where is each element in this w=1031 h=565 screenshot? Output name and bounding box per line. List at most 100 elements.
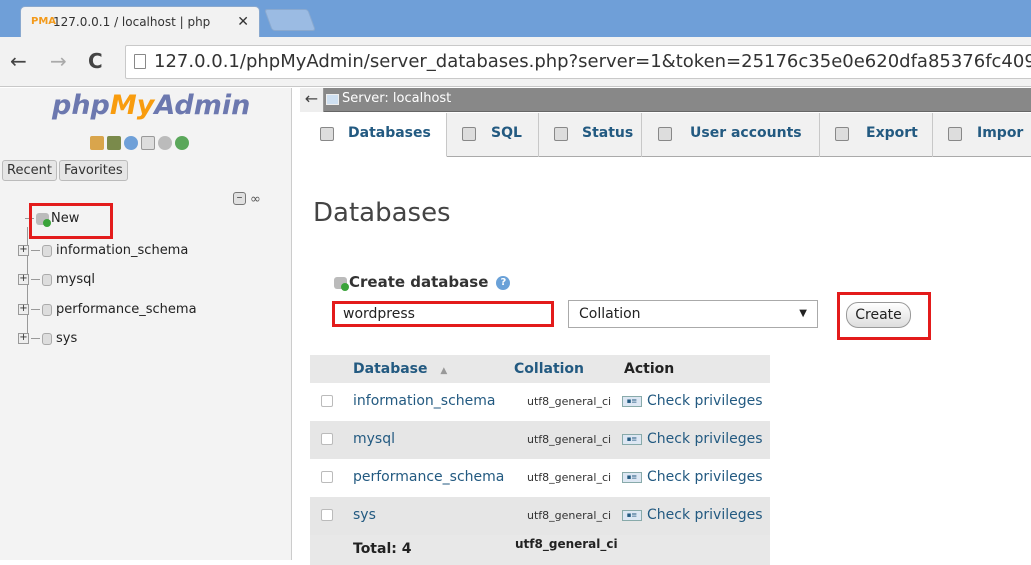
expand-icon[interactable]: + xyxy=(18,274,29,285)
row-collation: utf8_general_ci xyxy=(527,509,612,522)
server-breadcrumb-bar: ← Server: localhost xyxy=(300,88,1031,112)
sql-icon xyxy=(462,127,476,141)
total-row: Total: 4 utf8_general_ci xyxy=(310,535,770,565)
row-checkbox[interactable] xyxy=(321,433,333,445)
browser-tabstrip: PMA 127.0.0.1 / localhost | php ✕ xyxy=(0,0,1031,37)
database-link[interactable]: information_schema xyxy=(353,393,496,409)
reload-nav-icon[interactable] xyxy=(175,136,189,150)
reload-icon[interactable]: C xyxy=(88,49,103,73)
tree-item-information-schema[interactable]: + information_schema xyxy=(18,243,188,263)
tab-title: 127.0.0.1 / localhost | php xyxy=(53,15,211,29)
tab-sql[interactable]: SQL xyxy=(447,113,539,157)
link-with-main-icon[interactable]: ∞ xyxy=(250,192,261,207)
sort-asc-icon: ▲ xyxy=(440,366,448,376)
databases-icon xyxy=(320,127,334,141)
collapse-nav-arrow-icon[interactable]: ← xyxy=(300,88,324,112)
tab-label: User accounts xyxy=(690,125,802,141)
nav-quick-icons xyxy=(90,136,192,152)
check-privileges-link[interactable]: Check privileges xyxy=(647,469,763,485)
tab-label: Status xyxy=(582,125,634,141)
favorites-tab[interactable]: Favorites xyxy=(58,160,128,181)
header-database[interactable]: Database ▲ xyxy=(310,355,510,383)
server-breadcrumb[interactable]: Server: localhost xyxy=(342,91,451,106)
check-privileges-link[interactable]: Check privileges xyxy=(647,507,763,523)
logo-admin: Admin xyxy=(154,90,251,121)
check-privileges-link[interactable]: Check privileges xyxy=(647,431,763,447)
database-link[interactable]: sys xyxy=(353,507,376,523)
docs-icon[interactable] xyxy=(141,136,155,150)
check-privileges-link[interactable]: Check privileges xyxy=(647,393,763,409)
database-link[interactable]: performance_schema xyxy=(353,469,504,485)
total-collation: utf8_general_ci xyxy=(515,537,618,551)
user-accounts-icon xyxy=(658,127,672,141)
header-action: Action xyxy=(620,355,770,383)
browser-toolbar: ← → C 127.0.0.1/phpMyAdmin/server_databa… xyxy=(0,37,1031,87)
create-button[interactable]: Create xyxy=(846,302,911,328)
row-checkbox[interactable] xyxy=(321,509,333,521)
database-link[interactable]: mysql xyxy=(353,431,395,447)
export-icon xyxy=(835,127,849,141)
tree-branch xyxy=(31,279,40,280)
settings-gear-icon[interactable] xyxy=(158,136,172,150)
tab-label: Databases xyxy=(348,125,431,141)
tab-label: SQL xyxy=(491,125,522,141)
tree-item-label: mysql xyxy=(56,272,95,287)
tab-status[interactable]: Status xyxy=(539,113,642,157)
database-icon xyxy=(42,244,52,257)
privileges-icon[interactable]: ▪≡ xyxy=(622,472,642,483)
privileges-icon[interactable]: ▪≡ xyxy=(622,434,642,445)
page-title: Databases xyxy=(313,198,451,228)
total-label: Total: 4 xyxy=(353,541,412,557)
phpmyadmin-favicon-icon: PMA xyxy=(31,16,57,27)
forward-arrow-icon[interactable]: → xyxy=(50,49,67,73)
url-text[interactable]: 127.0.0.1/phpMyAdmin/server_databases.ph… xyxy=(154,51,1031,72)
row-checkbox[interactable] xyxy=(321,395,333,407)
tab-label: Export xyxy=(866,125,918,141)
tree-item-performance-schema[interactable]: + performance_schema xyxy=(18,302,197,322)
back-arrow-icon[interactable]: ← xyxy=(10,49,27,73)
row-checkbox[interactable] xyxy=(321,471,333,483)
tree-item-label: sys xyxy=(56,331,78,346)
collation-select[interactable]: Collation ▼ xyxy=(568,300,818,328)
exit-icon[interactable] xyxy=(107,136,121,150)
import-icon xyxy=(948,127,962,141)
create-database-label: Create database xyxy=(349,273,489,291)
phpmyadmin-logo[interactable]: phpMyAdmin xyxy=(52,90,250,121)
collapse-all-icon[interactable]: – xyxy=(233,191,246,205)
close-tab-icon[interactable]: ✕ xyxy=(237,14,249,30)
main-menu-tabs: Databases SQL Status User accounts Expor… xyxy=(300,113,1031,157)
database-name-input[interactable]: wordpress xyxy=(332,301,554,327)
recent-tab[interactable]: Recent xyxy=(2,160,57,181)
table-row: performance_schema utf8_general_ci ▪≡ Ch… xyxy=(310,459,770,497)
row-collation: utf8_general_ci xyxy=(527,395,612,408)
privileges-icon[interactable]: ▪≡ xyxy=(622,510,642,521)
table-row: information_schema utf8_general_ci ▪≡ Ch… xyxy=(310,383,770,421)
database-icon xyxy=(42,273,52,286)
tab-export[interactable]: Export xyxy=(820,113,933,157)
tree-item-mysql[interactable]: + mysql xyxy=(18,272,95,292)
expand-icon[interactable]: + xyxy=(18,304,29,315)
header-collation[interactable]: Collation xyxy=(510,355,620,383)
expand-icon[interactable]: + xyxy=(18,333,29,344)
tree-branch xyxy=(31,338,40,339)
database-icon xyxy=(42,303,52,316)
help-icon[interactable] xyxy=(124,136,138,150)
status-chart-icon xyxy=(554,127,568,141)
tree-item-sys[interactable]: + sys xyxy=(18,331,77,351)
new-tab-button[interactable] xyxy=(263,9,317,31)
privileges-icon[interactable]: ▪≡ xyxy=(622,396,642,407)
table-row: sys utf8_general_ci ▪≡ Check privileges xyxy=(310,497,770,535)
tab-import[interactable]: Impor xyxy=(933,113,1031,157)
address-bar[interactable]: 127.0.0.1/phpMyAdmin/server_databases.ph… xyxy=(125,45,1031,79)
home-icon[interactable] xyxy=(90,136,104,150)
row-collation: utf8_general_ci xyxy=(527,433,612,446)
tree-item-label: performance_schema xyxy=(56,302,197,317)
expand-icon[interactable]: + xyxy=(18,245,29,256)
highlight-new xyxy=(29,203,113,239)
tab-user-accounts[interactable]: User accounts xyxy=(642,113,820,157)
browser-tab[interactable]: PMA 127.0.0.1 / localhost | php ✕ xyxy=(20,6,260,37)
tree-branch xyxy=(31,250,40,251)
help-icon[interactable]: ? xyxy=(496,275,511,290)
tab-databases[interactable]: Databases xyxy=(300,113,447,157)
tree-item-label: information_schema xyxy=(56,243,189,258)
